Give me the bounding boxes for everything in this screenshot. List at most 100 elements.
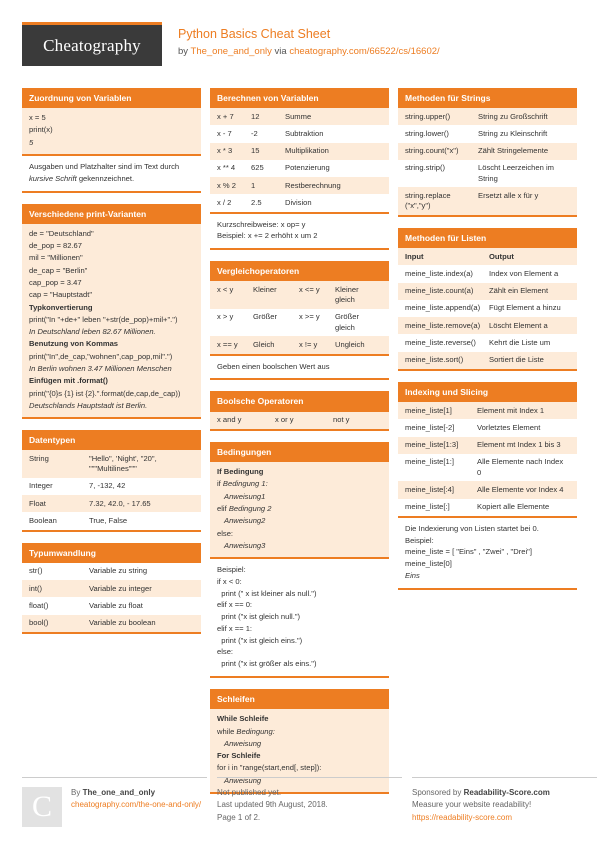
author-link[interactable]: The_one_and_only <box>191 46 272 57</box>
cell-method: string.lower() <box>405 128 449 138</box>
cell-meaning: Ungleich <box>335 339 365 349</box>
table-row: String "Hello", 'Night', "20", """Multil… <box>22 450 201 478</box>
block-typumwandlung: Typumwandlung str() Variable zu string i… <box>22 542 201 634</box>
table-row: string.replace ("x","y") Ersetzt alle x … <box>398 187 577 215</box>
example-line: print ("x ist gleich null.") <box>217 612 301 622</box>
example-line: Die Indexierung von Listen startet bei 0… <box>405 523 539 533</box>
cell-description: Variable zu float <box>89 600 143 610</box>
vergleich-note: Geben einen boolschen Wert aus <box>210 353 389 379</box>
print-line: print("In "+de+" leben "+str(de_pop)+mil… <box>29 314 178 324</box>
byline-by-label: by <box>178 45 191 57</box>
example-line: elif x == 1: <box>217 623 253 633</box>
block-title: Bedingungen <box>210 441 389 463</box>
cell-description: Kehrt die Liste um <box>489 337 551 347</box>
bedingung-statement: Anweisung3 <box>224 540 266 550</box>
footer-author-text: By The_one_and_only cheatography.com/the… <box>71 787 201 827</box>
cell-method: meine_liste.count(a) <box>405 286 474 296</box>
print-output: Deutschlands Hauptstadt ist Berlin. <box>29 400 148 410</box>
page-info: Page 1 of 2. <box>217 812 261 822</box>
sponsor-url[interactable]: https://readability-score.com <box>412 812 597 824</box>
schleife-keyword-line: while Bedingung: <box>217 726 275 736</box>
block-datentypen: Datentypen String "Hello", 'Night', "20"… <box>22 430 201 532</box>
table-row: x - 7 -2 Subtraktion <box>210 125 389 143</box>
cell-function: bool() <box>29 618 49 628</box>
footer-author-url[interactable]: cheatography.com/the-one-and-only/ <box>71 799 201 811</box>
footer-by-label: By <box>71 788 83 797</box>
note-line: Beispiel: x += 2 erhöht x um 2 <box>217 231 318 241</box>
cell-description: Index von Element a <box>489 268 559 278</box>
cell-operation: Multiplikation <box>285 146 329 156</box>
column-1: Zuordnung von Variablen x = 5 print(x) 5… <box>22 88 201 645</box>
table-row: x / 2 2.5 Division <box>210 194 389 212</box>
cell-description: Löscht Leerzeichen im String <box>478 163 554 183</box>
cheatography-badge-icon: C <box>22 787 62 827</box>
cell-expression: meine_liste[1] <box>405 405 452 415</box>
cell-expression: x - 7 <box>217 128 232 138</box>
cell-function: float() <box>29 600 49 610</box>
table-row: meine_liste.append(a) Fügt Element a hin… <box>398 299 577 318</box>
block-verschiedene-print-varianten: Verschiedene print-Varianten de = "Deuts… <box>22 203 201 420</box>
cell-description: Kopiert alle Elemente <box>477 502 550 512</box>
block-title: Indexing und Slicing <box>398 381 577 403</box>
example-line: if x < 0: <box>217 576 242 586</box>
cell-meaning: Kleiner gleich <box>335 284 359 305</box>
cell-description: Vorletztes Element <box>477 422 541 432</box>
table-row: meine_liste[:] Kopiert alle Elemente <box>398 498 577 516</box>
cell-expression: x + 7 <box>217 111 234 121</box>
table-row: meine_liste.remove(a) Löscht Element a <box>398 317 577 335</box>
cell-description: Zählt Stringelemente <box>478 146 549 156</box>
table-row: string.strip() Löscht Leerzeichen im Str… <box>398 159 577 188</box>
example-line: elif x == 0: <box>217 600 253 610</box>
example-line: print (" x ist kleiner als null.") <box>217 588 317 598</box>
print-heading: Einfügen mit .format() <box>29 376 108 386</box>
cell-result: -2 <box>251 128 258 138</box>
table-row: x % 2 1 Restberechnung <box>210 177 389 195</box>
columns-container: Zuordnung von Variablen x = 5 print(x) 5… <box>22 88 578 805</box>
cell-description: Element mit Index 1 <box>477 405 545 415</box>
cell-description: Alle Elemente vor Index 4 <box>477 484 564 494</box>
cell-method: meine_liste.sort() <box>405 355 464 365</box>
code-line: print(x) <box>29 125 53 135</box>
cell-description: String zu Großschrift <box>478 111 548 121</box>
cell-type: Boolean <box>29 515 57 525</box>
logo-text: Cheatography <box>43 35 141 55</box>
table-row: meine_liste.sort() Sortiert die Liste <box>398 351 577 369</box>
block-title: Vergleichoperatoren <box>210 261 389 282</box>
cell-description: Sortiert die Liste <box>489 355 544 365</box>
block-title: Boolsche Operatoren <box>210 391 389 412</box>
code-output-line: 5 <box>29 137 34 147</box>
bedingung-statement: Anweisung2 <box>224 516 266 526</box>
bedingung-keyword-line: elif Bedingung 2 <box>217 503 272 513</box>
sponsor-line: Sponsored by Readability-Score.com <box>412 787 597 799</box>
cell-description: Fügt Element a hinzu <box>489 303 561 313</box>
bedingungen-example: Beispiel: if x < 0: print (" x ist kleine… <box>210 557 389 677</box>
table-row: Float 7.32, 42.0, - 17.65 <box>22 495 201 513</box>
block-methoden-fuer-listen: Methoden für Listen Input Output meine_l… <box>398 227 577 371</box>
block-title: Verschiedene print-Varianten <box>22 203 201 224</box>
schleife-heading: While Schleife <box>217 714 269 724</box>
block-title: Methoden für Strings <box>398 88 577 109</box>
cheatography-logo[interactable]: Cheatography <box>22 22 162 66</box>
cell-expression: meine_liste[1:3] <box>405 440 459 450</box>
print-output: In Berlin wohnen 3.47 Millionen Menschen <box>29 364 172 374</box>
table-row: bool() Variable zu boolean <box>22 614 201 632</box>
bedingung-keyword-line: if Bedingung 1: <box>217 479 268 489</box>
cell-description: Ersetzt alle x für y <box>478 190 539 200</box>
table-row: string.count("x") Zählt Stringelemente <box>398 142 577 160</box>
cell-expression: meine_liste[1:] <box>405 457 454 467</box>
sponsor-name: Readability-Score.com <box>463 788 550 797</box>
byline: by The_one_and_only via cheatography.com… <box>178 46 440 59</box>
cell-method: string.replace ("x","y") <box>405 190 451 211</box>
cell-operation: Division <box>285 197 312 207</box>
table-row: x + 7 12 Summe <box>210 108 389 126</box>
schleife-heading: For Schleife <box>217 751 261 761</box>
source-url-link[interactable]: cheatography.com/66522/cs/16602/ <box>289 46 439 57</box>
cell-description: Variable zu integer <box>89 583 152 593</box>
table-row: meine_liste[:4] Alle Elemente vor Index … <box>398 481 577 499</box>
note-line: Kurzschreibweise: x op= y <box>217 219 306 229</box>
cell-operator: x <= y <box>299 284 320 294</box>
cell-meaning: Größer gleich <box>335 312 360 332</box>
page-footer: C By The_one_and_only cheatography.com/t… <box>22 777 597 827</box>
cell-expression: x * 3 <box>217 146 233 156</box>
cell-expression: meine_liste[:4] <box>405 484 454 494</box>
